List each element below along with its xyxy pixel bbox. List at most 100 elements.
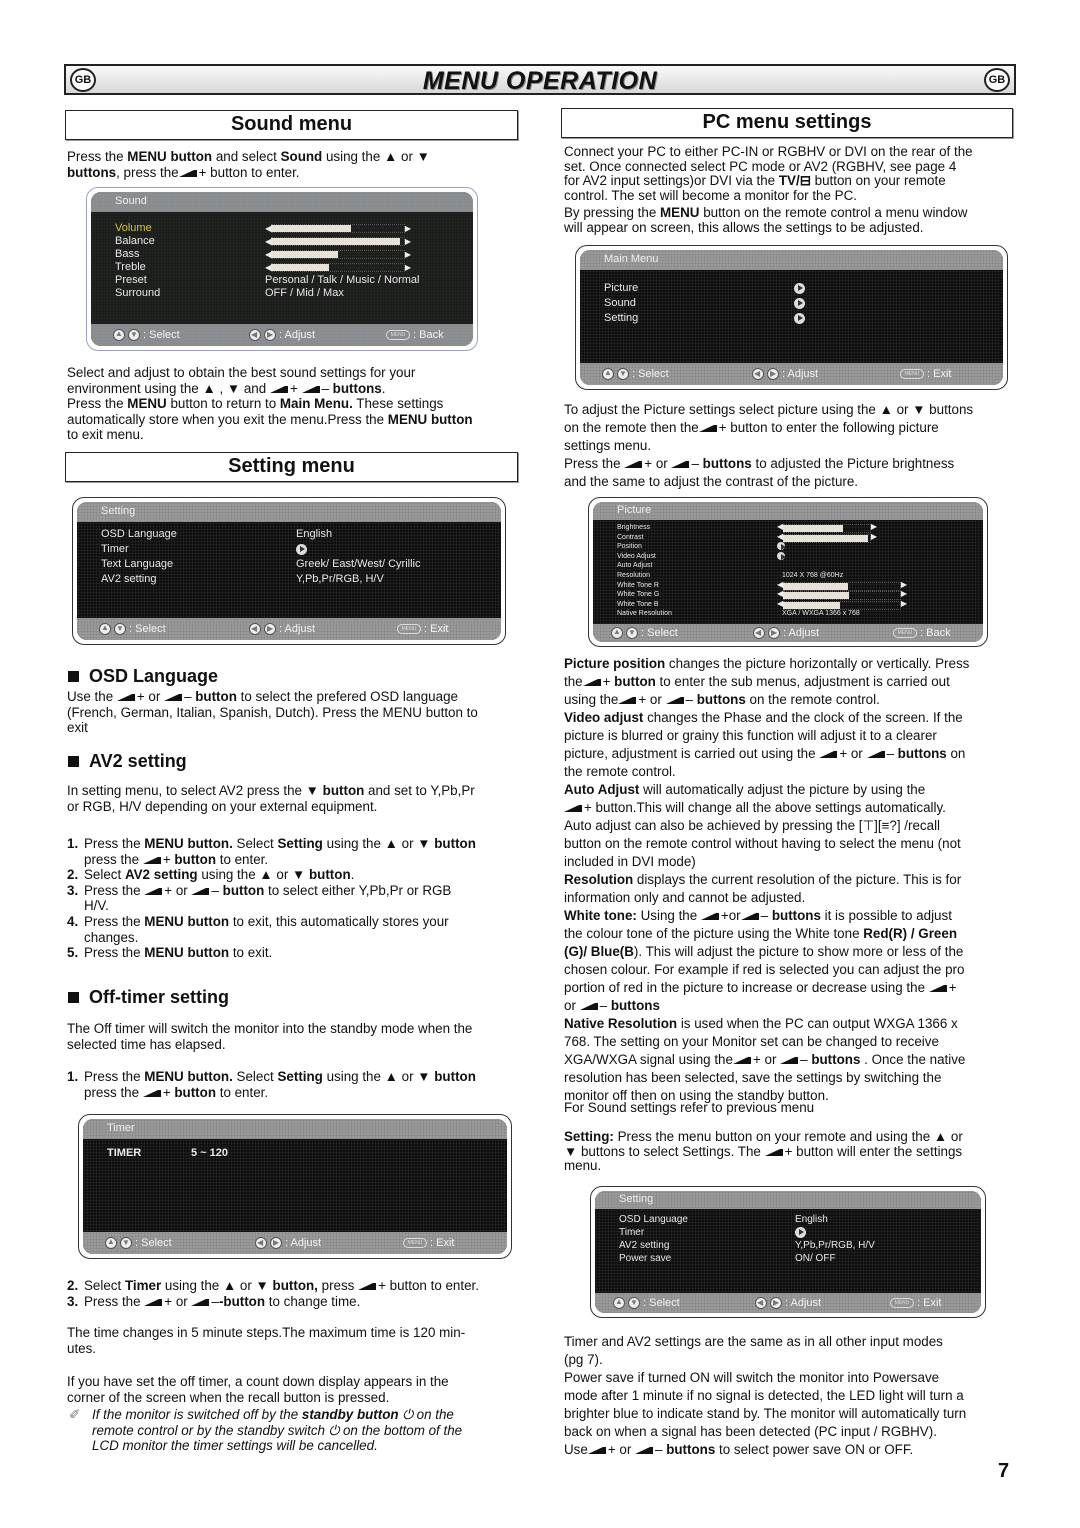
pc-intro-text: Connect your PC to either PC-IN or RGBHV… bbox=[564, 144, 1024, 203]
slider-fill bbox=[271, 238, 400, 245]
text-run: Use the bbox=[67, 689, 117, 704]
step-number: 1. bbox=[67, 1069, 79, 1084]
text-run: is used when the PC can output WXGA 1366… bbox=[677, 1016, 958, 1031]
volume-up-icon bbox=[582, 677, 603, 687]
text-run: the colour tone of the picture using the… bbox=[564, 926, 864, 941]
osd-title: Setting bbox=[77, 502, 501, 522]
text-run: button bbox=[322, 783, 365, 798]
volume-up-icon bbox=[144, 886, 164, 896]
text-run: button bbox=[170, 851, 216, 867]
osd-row-bass: Bass ◀ ▶ bbox=[115, 248, 463, 261]
timer-value: 5 ~ 120 bbox=[191, 1147, 229, 1159]
slider-bar: ◀ ▶ bbox=[265, 250, 411, 259]
footer-select-label: : Select bbox=[129, 623, 166, 635]
osd-row-label: Video Adjust bbox=[617, 552, 656, 560]
osd-row-volume: Volume ◀ ▶ bbox=[115, 222, 463, 235]
description-paragraph: Resolution displays the current resoluti… bbox=[564, 871, 1024, 907]
osd-row: Timer bbox=[619, 1226, 971, 1239]
slider-bar: ◀ ▶ bbox=[777, 522, 877, 533]
text-run: buttons bbox=[67, 164, 117, 180]
osd-row-label: Position bbox=[617, 543, 642, 551]
osd-row-value: English bbox=[296, 528, 333, 540]
osd-footer: : Select : Adjust MENU: Exit bbox=[83, 1232, 507, 1254]
volume-up-icon bbox=[142, 855, 163, 865]
volume-up-icon bbox=[624, 459, 644, 469]
volume-down-icon bbox=[579, 1001, 600, 1011]
up-icon bbox=[99, 623, 111, 635]
osd-row-label: Treble bbox=[115, 261, 146, 273]
arrow-right-icon: ▶ bbox=[404, 237, 411, 246]
footer-select-label: : Select bbox=[632, 368, 669, 380]
arrow-right-icon: ▶ bbox=[404, 250, 411, 259]
step-number: 2. bbox=[67, 867, 79, 883]
text-run: Timer and AV2 settings are the same as i… bbox=[564, 1334, 943, 1349]
text-run: button bbox=[218, 882, 265, 898]
text-run: button bbox=[610, 674, 656, 689]
osd-row-label: AV2 setting bbox=[619, 1240, 670, 1251]
pc-intro2-text: By pressing the MENU button on the remot… bbox=[564, 205, 1024, 235]
text-run: buttons bbox=[807, 1052, 861, 1067]
text-run: Auto Adjust bbox=[564, 782, 640, 797]
volume-sign: – bbox=[800, 1052, 808, 1067]
footer-exit-label: : Exit bbox=[424, 623, 449, 635]
text-run: White tone: bbox=[564, 908, 637, 923]
volume-up-icon bbox=[358, 1281, 378, 1291]
text-run: Select bbox=[84, 1278, 125, 1293]
step-item: 2. Select AV2 setting using the ▲ or ▼ bu… bbox=[67, 867, 527, 883]
volume-sign: + bbox=[584, 800, 592, 815]
volume-up-icon bbox=[142, 1088, 163, 1098]
volume-sign: – bbox=[211, 1293, 219, 1309]
osd-language-heading: OSD Language bbox=[68, 666, 218, 687]
osd-row-value: ON/ OFF bbox=[795, 1253, 836, 1264]
footer-adjust-label: : Adjust bbox=[782, 368, 819, 380]
right-icon bbox=[270, 1237, 282, 1249]
volume-up-icon bbox=[698, 423, 719, 433]
volume-up-icon bbox=[269, 384, 290, 394]
text-run: In setting menu, to select AV2 press the… bbox=[67, 783, 323, 798]
text-run: Setting bbox=[277, 1069, 323, 1084]
osd-row-value: OFF / Mid / Max bbox=[265, 287, 344, 299]
text-run: ⏻ on the bbox=[398, 1407, 454, 1422]
up-icon bbox=[613, 1297, 625, 1309]
text-run: Setting bbox=[277, 836, 323, 851]
volume-sign: + bbox=[164, 1293, 173, 1309]
av2-setting-heading: AV2 setting bbox=[68, 751, 187, 772]
text-run: remote control or by the standby switch … bbox=[92, 1422, 463, 1438]
text-run: Resolution bbox=[564, 872, 634, 887]
arrow-right-icon: ▶ bbox=[870, 522, 877, 531]
osd-body: Picture Sound Setting bbox=[580, 270, 1003, 363]
left-icon bbox=[255, 1237, 267, 1249]
footer-back-label: : Back bbox=[920, 627, 951, 639]
closing-text: Timer and AV2 settings are the same as i… bbox=[564, 1333, 1024, 1459]
arrow-left-icon: ◀ bbox=[777, 579, 784, 589]
text-run: will automatically adjust the picture by… bbox=[639, 782, 926, 797]
osd-language-text: Use the + or – button to select the pref… bbox=[67, 689, 527, 736]
pc-setting-osd-screen: Setting OSD Language English Timer AV2 sett… bbox=[590, 1186, 986, 1318]
footer-select-label: : Select bbox=[143, 329, 180, 341]
slider-fill bbox=[271, 264, 329, 271]
arrow-right-icon: ▶ bbox=[900, 579, 907, 589]
volume-down-icon bbox=[635, 1445, 655, 1455]
arrow-right-icon: ▶ bbox=[404, 224, 411, 233]
volume-sign: – bbox=[211, 882, 219, 898]
slider-bar: ◀ ▶ bbox=[265, 224, 411, 233]
left-icon bbox=[752, 368, 764, 380]
text-run: press the bbox=[84, 851, 143, 867]
volume-down-icon bbox=[740, 911, 761, 921]
heading-text: Off-timer setting bbox=[89, 987, 230, 1007]
text-run: Connect your PC to either PC-IN or RGBHV… bbox=[564, 144, 973, 159]
text-run: Auto adjust can also be achieved by pres… bbox=[564, 818, 941, 833]
osd-row-value: Personal / Talk / Music / Normal bbox=[265, 274, 420, 286]
step-item: 1. Press the MENU button. Select Setting … bbox=[67, 836, 527, 867]
text-run: If the monitor is switched off by the bbox=[92, 1407, 302, 1422]
text-run: Using the bbox=[636, 908, 701, 923]
volume-sign: – bbox=[184, 689, 192, 704]
description-paragraph: Video adjust changes the Phase and the c… bbox=[564, 709, 1024, 781]
description-paragraph: Native Resolution is used when the PC ca… bbox=[564, 1015, 1024, 1105]
text-run: or bbox=[615, 1442, 636, 1457]
volume-up-icon bbox=[732, 1055, 753, 1065]
volume-sign: + bbox=[839, 746, 848, 761]
volume-down-icon bbox=[780, 1055, 800, 1065]
text-run: Press the menu button on your remote and… bbox=[613, 1129, 963, 1144]
volume-up-icon bbox=[700, 911, 721, 921]
